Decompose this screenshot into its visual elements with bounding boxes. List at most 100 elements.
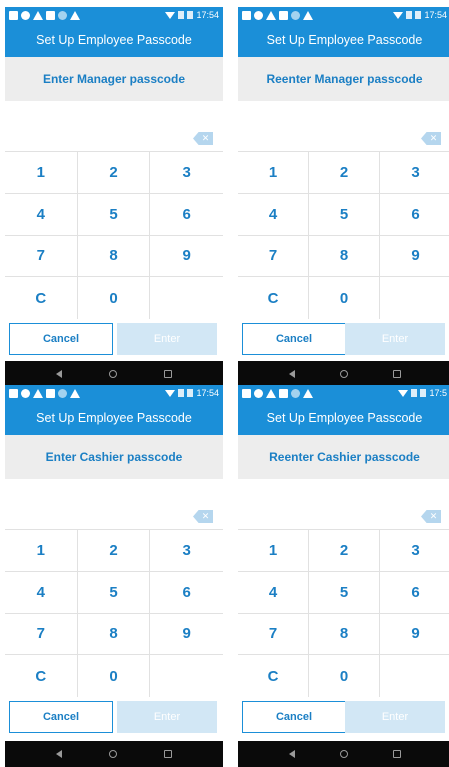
keypad-key-1[interactable]: 1 xyxy=(238,152,309,194)
keypad-key-7[interactable]: 7 xyxy=(238,235,309,278)
status-icons-right: 17:5 xyxy=(398,388,447,398)
keypad-key-c[interactable]: C xyxy=(238,655,309,697)
warning-icon xyxy=(266,388,276,398)
status-bar: 17:54 xyxy=(5,7,223,23)
android-nav-bar xyxy=(238,741,449,767)
cancel-button[interactable]: Cancel xyxy=(242,701,346,733)
keypad-key-4[interactable]: 4 xyxy=(238,571,309,614)
keypad-key-3[interactable]: 3 xyxy=(380,152,449,194)
keypad-key-6[interactable]: 6 xyxy=(380,572,449,614)
keypad-key-7[interactable]: 7 xyxy=(5,235,78,278)
warning-icon xyxy=(266,10,276,20)
recents-icon[interactable] xyxy=(163,370,172,378)
keypad-key-6[interactable]: 6 xyxy=(150,572,223,614)
back-icon[interactable] xyxy=(288,370,295,378)
keypad-key-5[interactable]: 5 xyxy=(309,193,380,236)
enter-button[interactable]: Enter xyxy=(117,701,217,733)
battery-icon xyxy=(187,389,194,397)
cancel-button[interactable]: Cancel xyxy=(9,323,113,355)
keypad-key-2[interactable]: 2 xyxy=(77,530,151,572)
record-icon xyxy=(291,10,300,20)
screen-reenter-cashier-passcode: 17:5 Set Up Employee Passcode Reenter Ca… xyxy=(238,385,449,767)
keypad-key-6[interactable]: 6 xyxy=(380,194,449,236)
square-icon xyxy=(279,388,288,398)
status-bar: 17:5 xyxy=(238,385,449,401)
status-icons-left xyxy=(9,388,80,398)
keypad-key-0[interactable]: 0 xyxy=(78,277,151,319)
keypad-key-8[interactable]: 8 xyxy=(77,235,151,278)
keypad-key-1[interactable]: 1 xyxy=(5,530,78,572)
keypad-key-4[interactable]: 4 xyxy=(5,571,78,614)
backspace-icon[interactable]: ✕ xyxy=(193,132,213,145)
status-time: 17:5 xyxy=(429,388,447,398)
warning-icon xyxy=(70,10,80,20)
keypad-key-9[interactable]: 9 xyxy=(380,614,449,656)
enter-button[interactable]: Enter xyxy=(345,701,445,733)
keypad-key-2[interactable]: 2 xyxy=(309,530,380,572)
keypad-key-4[interactable]: 4 xyxy=(5,193,78,236)
keypad-key-6[interactable]: 6 xyxy=(150,194,223,236)
wifi-icon xyxy=(398,389,409,397)
keypad-key-c[interactable]: C xyxy=(238,277,309,319)
backspace-icon[interactable]: ✕ xyxy=(421,510,441,523)
keypad-key-c[interactable]: C xyxy=(5,655,78,697)
keypad-key-0[interactable]: 0 xyxy=(309,277,380,319)
home-icon[interactable] xyxy=(108,370,117,378)
enter-button[interactable]: Enter xyxy=(117,323,217,355)
keypad-key-2[interactable]: 2 xyxy=(77,152,151,194)
keypad-key-1[interactable]: 1 xyxy=(5,152,78,194)
recents-icon[interactable] xyxy=(392,750,401,758)
keypad-key-3[interactable]: 3 xyxy=(150,530,223,572)
info-icon xyxy=(21,10,30,20)
back-icon[interactable] xyxy=(56,750,63,758)
keypad-key-8[interactable]: 8 xyxy=(309,235,380,278)
keypad-key-3[interactable]: 3 xyxy=(150,152,223,194)
keypad-key-9[interactable]: 9 xyxy=(150,236,223,278)
keypad-key-7[interactable]: 7 xyxy=(5,613,78,656)
recents-icon[interactable] xyxy=(163,750,172,758)
enter-button[interactable]: Enter xyxy=(345,323,445,355)
cancel-button[interactable]: Cancel xyxy=(9,701,113,733)
status-icons-left xyxy=(242,388,313,398)
sim-icon xyxy=(9,10,18,20)
cancel-button[interactable]: Cancel xyxy=(242,323,346,355)
keypad-key-8[interactable]: 8 xyxy=(77,613,151,656)
keypad-key-7[interactable]: 7 xyxy=(238,613,309,656)
keypad-key-c[interactable]: C xyxy=(5,277,78,319)
keypad-key-0[interactable]: 0 xyxy=(309,655,380,697)
keypad-key-5[interactable]: 5 xyxy=(77,193,151,236)
screen-enter-cashier-passcode: 17:54 Set Up Employee Passcode Enter Cas… xyxy=(5,385,223,767)
keypad-key-1[interactable]: 1 xyxy=(238,530,309,572)
action-buttons: Cancel Enter xyxy=(238,701,449,733)
battery-icon xyxy=(187,11,194,19)
keypad-key-5[interactable]: 5 xyxy=(309,571,380,614)
page-title: Set Up Employee Passcode xyxy=(5,401,223,435)
backspace-icon[interactable]: ✕ xyxy=(421,132,441,145)
keypad-key-8[interactable]: 8 xyxy=(309,613,380,656)
keypad-key-9[interactable]: 9 xyxy=(380,236,449,278)
backspace-icon[interactable]: ✕ xyxy=(193,510,213,523)
keypad-empty-cell xyxy=(380,277,449,319)
back-icon[interactable] xyxy=(288,750,295,758)
battery-icon xyxy=(420,389,427,397)
passcode-prompt: Enter Manager passcode xyxy=(5,57,223,101)
home-icon[interactable] xyxy=(339,750,348,758)
action-buttons: Cancel Enter xyxy=(5,701,223,733)
passcode-entry-area: ✕ xyxy=(238,479,449,529)
home-icon[interactable] xyxy=(108,750,117,758)
keypad-key-9[interactable]: 9 xyxy=(150,614,223,656)
keypad-key-5[interactable]: 5 xyxy=(77,571,151,614)
status-icons-left xyxy=(242,10,313,20)
warning-icon xyxy=(33,10,43,20)
home-icon[interactable] xyxy=(339,370,348,378)
action-buttons: Cancel Enter xyxy=(238,323,449,355)
keypad-key-0[interactable]: 0 xyxy=(78,655,151,697)
keypad-key-3[interactable]: 3 xyxy=(380,530,449,572)
square-icon xyxy=(46,388,55,398)
back-icon[interactable] xyxy=(56,370,63,378)
recents-icon[interactable] xyxy=(392,370,401,378)
status-time: 17:54 xyxy=(424,10,447,20)
keypad-key-4[interactable]: 4 xyxy=(238,193,309,236)
keypad-key-2[interactable]: 2 xyxy=(309,152,380,194)
status-time: 17:54 xyxy=(196,388,219,398)
